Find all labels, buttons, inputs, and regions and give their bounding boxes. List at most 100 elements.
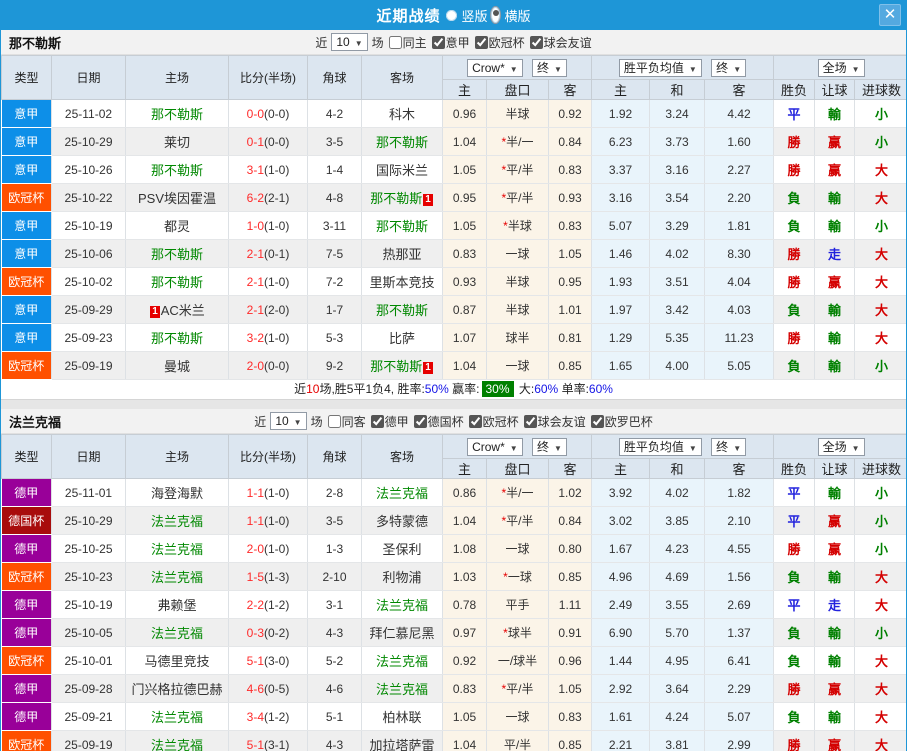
layout-radio-vertical[interactable] xyxy=(446,9,458,21)
match-score[interactable]: 3-2(1-0) xyxy=(228,323,308,352)
match-score[interactable]: 1-5(1-3) xyxy=(228,562,308,591)
team-link[interactable]: 那不勒斯 xyxy=(151,331,203,346)
recent-count-select[interactable]: 10 ▼ xyxy=(331,33,368,51)
home-team[interactable]: 法兰克福 xyxy=(125,562,229,591)
league-filter-checkbox-3[interactable] xyxy=(523,414,537,428)
home-team[interactable]: PSV埃因霍温 xyxy=(125,183,229,212)
team-link[interactable]: 加拉塔萨雷 xyxy=(369,738,434,751)
home-team[interactable]: 海登海默 xyxy=(125,478,229,507)
away-team[interactable]: 法兰克福 xyxy=(361,478,443,507)
league-filter-checkbox-4[interactable] xyxy=(590,414,604,428)
recent-count-select[interactable]: 10 ▼ xyxy=(270,412,307,430)
team-link[interactable]: 法兰克福 xyxy=(151,738,203,751)
team-link[interactable]: 门兴格拉德巴赫 xyxy=(131,682,222,697)
match-score[interactable]: 4-6(0-5) xyxy=(228,674,308,703)
home-team[interactable]: 法兰克福 xyxy=(125,702,229,731)
match-score[interactable]: 3-4(1-2) xyxy=(228,702,308,731)
match-score[interactable]: 2-1(1-0) xyxy=(228,267,308,296)
close-button[interactable]: ✕ xyxy=(879,4,901,26)
away-team[interactable]: 那不勒斯 xyxy=(361,295,443,324)
scope-select[interactable]: 全场 ▼ xyxy=(817,437,865,456)
team-link[interactable]: 柏林联 xyxy=(382,710,421,725)
league-filter-checkbox-1[interactable] xyxy=(474,35,488,49)
team-link[interactable]: 那不勒斯 xyxy=(370,359,422,374)
match-score[interactable]: 0-3(0-2) xyxy=(228,618,308,647)
team-link[interactable]: 那不勒斯 xyxy=(370,191,422,206)
team-link[interactable]: 海登海默 xyxy=(151,486,203,501)
home-team[interactable]: 法兰克福 xyxy=(125,506,229,535)
match-score[interactable]: 6-2(2-1) xyxy=(228,183,308,212)
team-link[interactable]: AC米兰 xyxy=(161,303,205,318)
home-team[interactable]: 那不勒斯 xyxy=(125,323,229,352)
team-link[interactable]: 比萨 xyxy=(389,331,415,346)
away-team[interactable]: 国际米兰 xyxy=(361,155,443,184)
away-team[interactable]: 多特蒙德 xyxy=(361,506,443,535)
team-link[interactable]: 那不勒斯 xyxy=(151,107,203,122)
away-team[interactable]: 那不勒斯 1 xyxy=(361,183,443,212)
team-link[interactable]: 法兰克福 xyxy=(376,654,428,669)
team-link[interactable]: 国际米兰 xyxy=(376,163,428,178)
away-team[interactable]: 那不勒斯 xyxy=(361,127,443,156)
team-link[interactable]: 法兰克福 xyxy=(376,682,428,697)
team-link[interactable]: 马德里竞技 xyxy=(144,654,209,669)
odds-stage-select[interactable]: 终 ▼ xyxy=(532,437,567,456)
team-link[interactable]: 法兰克福 xyxy=(376,486,428,501)
home-team[interactable]: 门兴格拉德巴赫 xyxy=(125,674,229,703)
away-team[interactable]: 那不勒斯 1 xyxy=(361,351,443,380)
match-score[interactable]: 2-1(0-1) xyxy=(228,239,308,268)
layout-vertical-label[interactable]: 竖版 xyxy=(461,6,487,25)
away-team[interactable]: 圣保利 xyxy=(361,534,443,563)
team-link[interactable]: 那不勒斯 xyxy=(376,303,428,318)
team-link[interactable]: 那不勒斯 xyxy=(151,163,203,178)
team-link[interactable]: 法兰克福 xyxy=(151,514,203,529)
home-team[interactable]: 那不勒斯 xyxy=(125,239,229,268)
away-team[interactable]: 拜仁慕尼黑 xyxy=(361,618,443,647)
away-team[interactable]: 法兰克福 xyxy=(361,674,443,703)
match-score[interactable]: 0-1(0-0) xyxy=(228,127,308,156)
team-link[interactable]: 莱切 xyxy=(164,135,190,150)
away-team[interactable]: 科木 xyxy=(361,99,443,128)
match-score[interactable]: 2-0(1-0) xyxy=(228,534,308,563)
team-link[interactable]: 圣保利 xyxy=(382,542,421,557)
match-score[interactable]: 0-0(0-0) xyxy=(228,99,308,128)
home-team[interactable]: 那不勒斯 xyxy=(125,267,229,296)
home-team[interactable]: 法兰克福 xyxy=(125,618,229,647)
match-score[interactable]: 2-0(0-0) xyxy=(228,351,308,380)
team-link[interactable]: 法兰克福 xyxy=(151,542,203,557)
away-team[interactable]: 柏林联 xyxy=(361,702,443,731)
league-filter-checkbox-2[interactable] xyxy=(468,414,482,428)
team-link[interactable]: 弗赖堡 xyxy=(157,598,196,613)
same-venue-checkbox[interactable] xyxy=(327,414,341,428)
home-team[interactable]: 都灵 xyxy=(125,211,229,240)
team-link[interactable]: 那不勒斯 xyxy=(376,219,428,234)
layout-radio-horizontal[interactable] xyxy=(489,6,501,24)
match-score[interactable]: 3-1(1-0) xyxy=(228,155,308,184)
home-team[interactable]: 法兰克福 xyxy=(125,534,229,563)
match-score[interactable]: 5-1(3-0) xyxy=(228,646,308,675)
home-team[interactable]: 弗赖堡 xyxy=(125,590,229,619)
team-link[interactable]: 法兰克福 xyxy=(376,598,428,613)
home-team[interactable]: 法兰克福 xyxy=(125,730,229,751)
league-filter-checkbox-0[interactable] xyxy=(431,35,445,49)
bookmaker-select[interactable]: Crow* ▼ xyxy=(467,437,523,456)
match-score[interactable]: 1-0(1-0) xyxy=(228,211,308,240)
team-link[interactable]: 法兰克福 xyxy=(151,570,203,585)
team-link[interactable]: 热那亚 xyxy=(382,247,421,262)
team-link[interactable]: PSV埃因霍温 xyxy=(138,191,216,206)
team-link[interactable]: 法兰克福 xyxy=(151,710,203,725)
scope-select[interactable]: 全场 ▼ xyxy=(817,58,865,77)
team-link[interactable]: 那不勒斯 xyxy=(151,275,203,290)
league-filter-checkbox-2[interactable] xyxy=(529,35,543,49)
home-team[interactable]: 那不勒斯 xyxy=(125,155,229,184)
match-score[interactable]: 2-1(2-0) xyxy=(228,295,308,324)
team-link[interactable]: 那不勒斯 xyxy=(151,247,203,262)
team-link[interactable]: 那不勒斯 xyxy=(376,135,428,150)
avg-odds-select[interactable]: 胜平负均值 ▼ xyxy=(618,58,702,77)
odds-stage-select[interactable]: 终 ▼ xyxy=(532,58,567,77)
team-link[interactable]: 里斯本竞技 xyxy=(369,275,434,290)
away-team[interactable]: 那不勒斯 xyxy=(361,211,443,240)
home-team[interactable]: 曼城 xyxy=(125,351,229,380)
away-team[interactable]: 利物浦 xyxy=(361,562,443,591)
away-team[interactable]: 加拉塔萨雷 xyxy=(361,730,443,751)
team-link[interactable]: 曼城 xyxy=(164,359,190,374)
